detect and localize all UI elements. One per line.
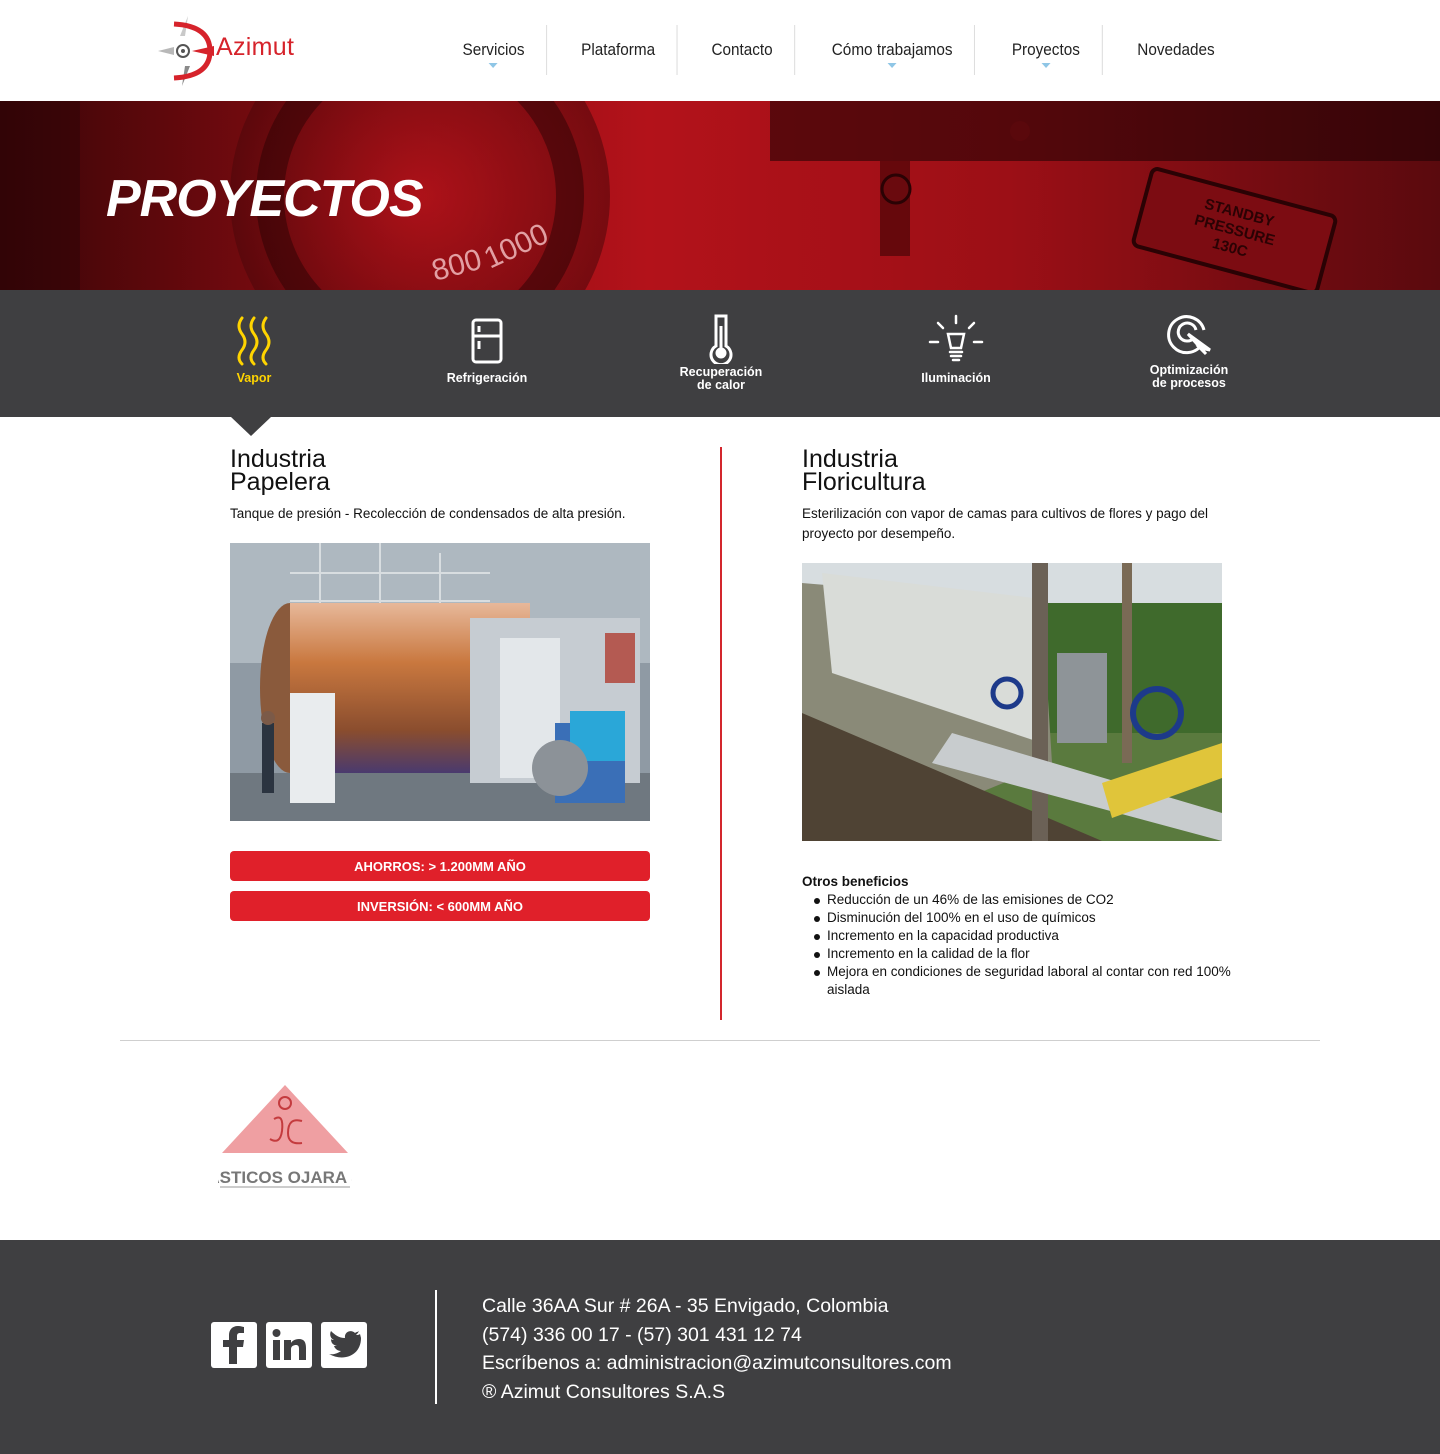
benefits-title: Otros beneficios [802, 874, 909, 889]
nav-label: Proyectos [1012, 40, 1081, 59]
active-category-pointer [231, 417, 271, 436]
category-refrigeracion[interactable]: Refrigeración [407, 290, 567, 417]
submenu-caret-icon [887, 63, 897, 68]
project-floricultura: Industria Floricultura Esterilización con… [802, 447, 1242, 999]
facebook-link[interactable] [211, 1322, 257, 1368]
boiler-illustration [230, 543, 650, 821]
nav-label: Novedades [1137, 40, 1215, 59]
benefit-item: Reducción de un 46% de las emisiones de … [802, 891, 1242, 909]
page-title: PROYECTOS [106, 170, 424, 228]
twitter-link[interactable] [321, 1322, 367, 1368]
project-title-line: Papelera [230, 468, 331, 496]
nav-label: Plataforma [581, 40, 656, 59]
site-header: Azimut Servicios Plataforma Contacto Cóm… [0, 0, 1440, 101]
nav-label: Cómo trabajamos [831, 40, 953, 59]
category-label: Vapor [236, 371, 272, 385]
project-title: Industria Floricultura [802, 447, 1242, 496]
submenu-caret-icon [1041, 63, 1051, 68]
compass-logo-icon [158, 16, 214, 86]
savings-badge: AHORROS: > 1.200MM AÑO [230, 851, 650, 881]
submenu-caret-icon [489, 63, 499, 68]
azimut-logo[interactable]: Azimut [152, 12, 322, 90]
category-label-line: de calor [697, 378, 745, 392]
brand-name: Azimut [216, 32, 295, 61]
nav-novedades[interactable]: Novedades [1116, 25, 1237, 75]
email-line[interactable]: Escríbenos a: administracion@azimutconsu… [482, 1349, 952, 1378]
benefit-item: Incremento en la capacidad productiva [802, 927, 1242, 945]
project-divider [720, 447, 722, 1020]
nav-proyectos[interactable]: Proyectos [991, 25, 1103, 75]
footer-separator [435, 1290, 437, 1404]
client-logo-image: PLASTICOS OJARA S.A. [186, 1085, 384, 1188]
steam-icon [237, 316, 271, 366]
site-footer: Calle 36AA Sur # 26A - 35 Envigado, Colo… [0, 1240, 1440, 1454]
linkedin-icon [272, 1329, 306, 1360]
steam-pipes-greenhouse-photo [802, 563, 1222, 841]
contact-info: Calle 36AA Sur # 26A - 35 Envigado, Colo… [482, 1292, 952, 1406]
nav-servicios[interactable]: Servicios [441, 25, 548, 75]
category-label-line: de procesos [1152, 376, 1226, 390]
phones[interactable]: (574) 336 00 17 - (57) 301 431 12 74 [482, 1321, 952, 1350]
refrigerator-icon [471, 318, 503, 364]
category-label-line: Optimización [1149, 363, 1229, 377]
greenhouse-illustration [802, 563, 1222, 841]
category-label: Recuperación de calor [680, 366, 763, 392]
facebook-icon [223, 1326, 244, 1364]
investment-badge: INVERSIÓN: < 600MM AÑO [230, 891, 650, 921]
nav-label: Servicios [462, 40, 525, 59]
hero-banner: 800 1000 STANDBY PRESSURE 130C PROYECTOS [0, 101, 1440, 290]
industrial-boiler-photo [230, 543, 650, 821]
category-recuperacion-calor[interactable]: Recuperación de calor [641, 290, 801, 417]
twitter-icon [329, 1331, 361, 1358]
target-cursor-icon [1167, 315, 1211, 356]
lightbulb-icon [928, 314, 984, 362]
thermometer-icon [709, 314, 733, 364]
benefit-item: Incremento en la calidad de la flor [802, 945, 1242, 963]
category-optimizacion-procesos[interactable]: Optimización de procesos [1109, 290, 1269, 417]
project-title-line: Floricultura [802, 468, 926, 496]
category-label: Refrigeración [446, 371, 528, 385]
client-logo-plasticos-ojara[interactable]: PLASTICOS OJARA S.A. [186, 1083, 384, 1197]
benefits-list: Reducción de un 46% de las emisiones de … [802, 891, 1242, 999]
project-description: Esterilización con vapor de camas para c… [802, 506, 1208, 541]
project-description: Tanque de presión - Recolección de conde… [230, 506, 626, 521]
benefits-section: Otros beneficios Reducción de un 46% de … [802, 874, 1242, 999]
project-papelera: Industria Papelera Tanque de presión - Re… [230, 447, 670, 921]
linkedin-link[interactable] [266, 1322, 312, 1368]
nav-como-trabajamos[interactable]: Cómo trabajamos [810, 25, 976, 75]
client-name: PLASTICOS OJARA S.A. [218, 1168, 352, 1187]
category-bar: Vapor Refrigeración Recuperación de calor [0, 290, 1440, 417]
project-title: Industria Papelera [230, 447, 670, 496]
category-vapor[interactable]: Vapor [174, 290, 334, 417]
category-label: Iluminación [921, 371, 991, 385]
nav-label: Contacto [711, 40, 773, 59]
benefit-item: Disminución del 100% en el uso de químic… [802, 909, 1242, 927]
nav-plataforma[interactable]: Plataforma [560, 25, 678, 75]
section-separator [120, 1040, 1320, 1041]
address: Calle 36AA Sur # 26A - 35 Envigado, Colo… [482, 1295, 889, 1317]
nav-contacto[interactable]: Contacto [690, 25, 796, 75]
benefit-item: Mejora en condiciones de seguridad labor… [802, 963, 1242, 999]
category-iluminacion[interactable]: Iluminación [876, 290, 1036, 417]
copyright: ® Azimut Consultores S.A.S [482, 1380, 726, 1403]
category-label-line: Recuperación [679, 365, 763, 379]
category-label: Optimización de procesos [1150, 364, 1228, 390]
main-nav: Servicios Plataforma Contacto Cómo traba… [435, 25, 1243, 75]
